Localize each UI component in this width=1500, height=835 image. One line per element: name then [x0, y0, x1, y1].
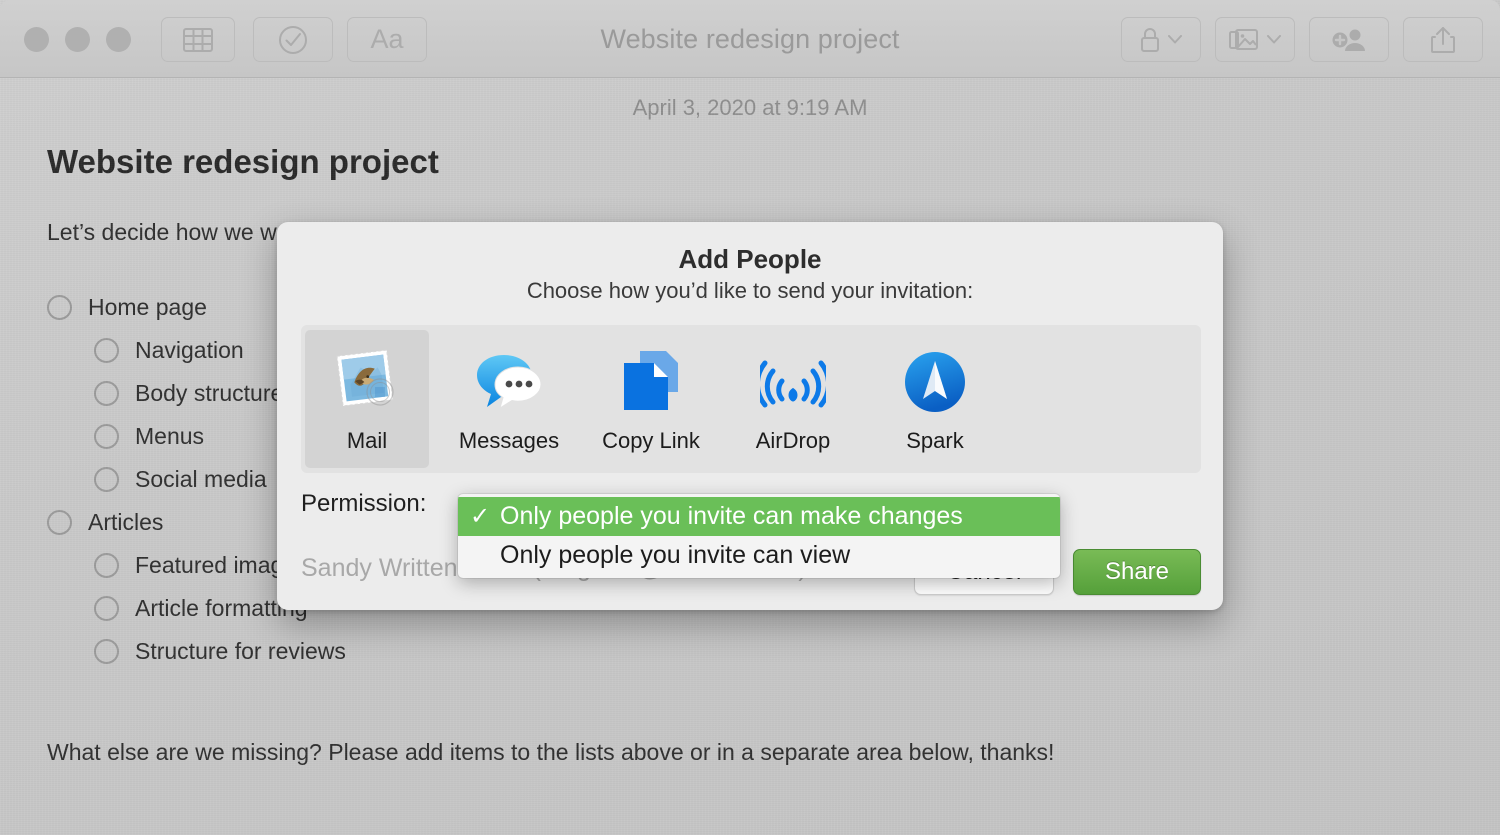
- checklist-item[interactable]: Structure for reviews: [47, 630, 947, 673]
- permission-option-make-changes[interactable]: ✓ Only people you invite can make change…: [458, 497, 1060, 536]
- share-service-spark[interactable]: Spark: [873, 330, 997, 468]
- checkbox-circle-icon[interactable]: [94, 338, 119, 363]
- note-outro-paragraph: What else are we missing? Please add ite…: [47, 739, 1055, 765]
- share-service-label: Mail: [346, 428, 388, 453]
- checklist-item-label: Featured image: [135, 552, 297, 578]
- checklist-item-label: Body structure: [135, 380, 284, 406]
- dialog-title: Add People: [678, 244, 822, 274]
- checkbox-circle-icon[interactable]: [47, 510, 72, 535]
- spark-paper-plane-icon: [899, 346, 971, 418]
- window-titlebar: Aa Website redesign project: [0, 0, 1500, 78]
- mail-stamp-icon: [331, 346, 403, 418]
- checklist-item-label: Structure for reviews: [135, 638, 346, 664]
- dialog-subtitle: Choose how you’d like to send your invit…: [526, 278, 974, 303]
- checklist-item-label: Articles: [88, 509, 164, 535]
- window-title: Website redesign project: [600, 24, 900, 54]
- checkbox-circle-icon[interactable]: [47, 295, 72, 320]
- checkmark-icon: ✓: [470, 503, 491, 530]
- checkbox-circle-icon[interactable]: [94, 381, 119, 406]
- checkbox-circle-icon[interactable]: [94, 596, 119, 621]
- copy-link-documents-icon: [615, 346, 687, 418]
- checklist-item-label: Home page: [88, 294, 207, 320]
- airdrop-icon: [757, 346, 829, 418]
- share-service-label: Messages: [458, 428, 560, 453]
- share-service-mail[interactable]: Mail: [305, 330, 429, 468]
- share-service-airdrop[interactable]: AirDrop: [731, 330, 855, 468]
- share-service-messages[interactable]: Messages: [447, 330, 571, 468]
- share-service-label: Spark: [906, 428, 964, 453]
- share-confirm-button[interactable]: Share: [1073, 549, 1201, 595]
- share-services-strip: Mail Messages Copy Link AirDrop Spark: [301, 325, 1201, 473]
- checklist-item-label: Menus: [135, 423, 205, 449]
- app-window: Aa Website redesign project April 3, 202…: [0, 0, 1500, 835]
- checklist-item-label: Social media: [135, 466, 267, 492]
- checklist-item-label: Navigation: [135, 337, 244, 363]
- permission-option-view-only[interactable]: Only people you invite can view: [458, 536, 1060, 575]
- checkbox-circle-icon[interactable]: [94, 553, 119, 578]
- share-service-label: Copy Link: [602, 428, 700, 453]
- note-timestamp: April 3, 2020 at 9:19 AM: [632, 95, 868, 120]
- note-title: Website redesign project: [47, 143, 439, 180]
- permission-dropdown-menu[interactable]: ✓ Only people you invite can make change…: [458, 494, 1060, 578]
- permission-option-label: Only people you invite can view: [500, 541, 851, 569]
- share-service-label: AirDrop: [755, 428, 831, 453]
- checkbox-circle-icon[interactable]: [94, 424, 119, 449]
- permission-option-label: Only people you invite can make changes: [500, 502, 963, 530]
- messages-bubble-icon: [473, 346, 545, 418]
- share-service-copy-link[interactable]: Copy Link: [589, 330, 713, 468]
- checkbox-circle-icon[interactable]: [94, 639, 119, 664]
- permission-label: Permission:: [301, 490, 427, 517]
- checkbox-circle-icon[interactable]: [94, 467, 119, 492]
